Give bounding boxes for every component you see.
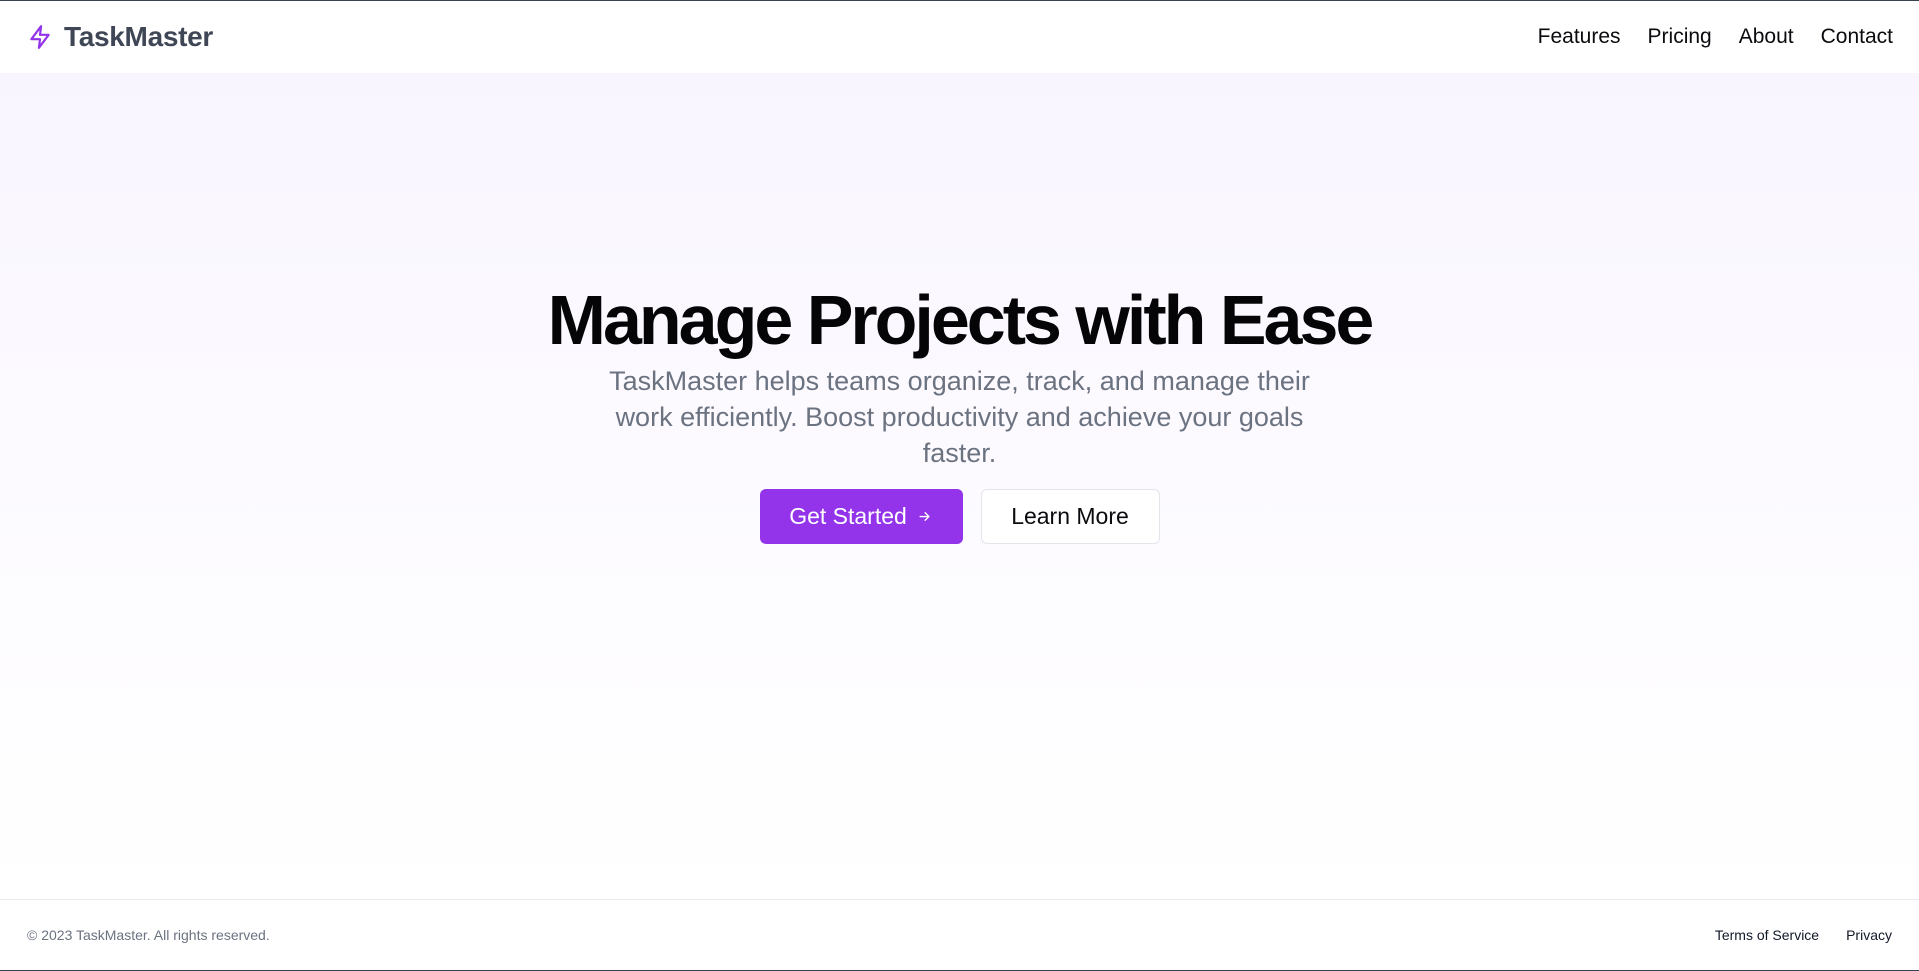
page: TaskMaster Features Pricing About Contac… <box>0 0 1919 971</box>
privacy-link[interactable]: Privacy <box>1846 927 1892 943</box>
hero-subtitle: TaskMaster helps teams organize, track, … <box>609 366 1310 468</box>
get-started-button[interactable]: Get Started <box>759 489 963 544</box>
hero-section: Manage Projects with Ease TaskMaster hel… <box>0 73 1919 899</box>
brand-name: TaskMaster <box>64 21 214 52</box>
nav-link-contact[interactable]: Contact <box>1821 25 1893 49</box>
copyright-text: © 2023 TaskMaster. All rights reserved. <box>27 927 270 943</box>
terms-of-service-link[interactable]: Terms of Service <box>1715 927 1819 943</box>
learn-more-button[interactable]: Learn More <box>980 489 1160 544</box>
learn-more-label: Learn More <box>1011 503 1129 529</box>
site-footer: © 2023 TaskMaster. All rights reserved. … <box>0 899 1919 971</box>
get-started-label: Get Started <box>789 503 907 529</box>
footer-links: Terms of Service Privacy <box>1715 927 1892 943</box>
nav-link-features[interactable]: Features <box>1538 25 1621 49</box>
brand-logo-link[interactable]: TaskMaster <box>26 21 213 53</box>
site-header: TaskMaster Features Pricing About Contac… <box>0 1 1919 73</box>
nav-link-about[interactable]: About <box>1739 25 1794 49</box>
arrow-right-icon <box>917 509 933 525</box>
main-nav: Features Pricing About Contact <box>1538 25 1893 49</box>
nav-link-pricing[interactable]: Pricing <box>1648 25 1712 49</box>
lightning-bolt-icon <box>26 23 54 51</box>
hero-actions: Get Started Learn More <box>759 489 1160 544</box>
hero-title: Manage Projects with Ease <box>547 281 1375 359</box>
